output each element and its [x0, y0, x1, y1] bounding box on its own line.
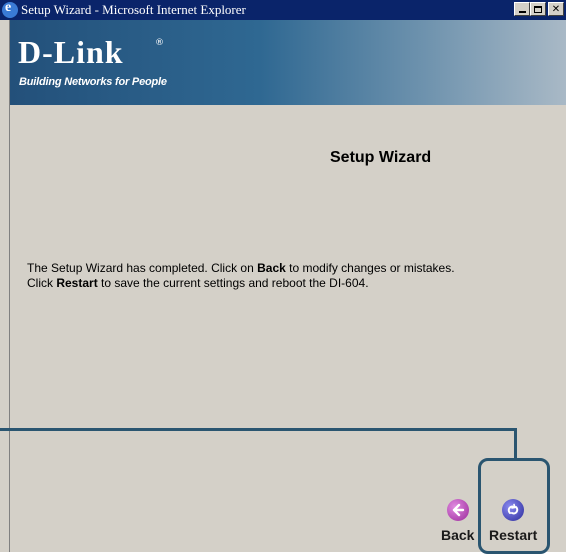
left-frame-border	[0, 20, 10, 552]
internet-explorer-icon	[2, 0, 18, 18]
maximize-button[interactable]	[530, 2, 546, 16]
restart-label: Restart	[489, 527, 538, 543]
window-controls: ✕	[514, 2, 564, 16]
browser-window: Setup Wizard - Microsoft Internet Explor…	[0, 0, 566, 554]
back-button[interactable]: Back	[441, 499, 474, 543]
callout-line-horizontal	[0, 428, 517, 431]
message-restart-keyword: Restart	[56, 276, 98, 290]
banner-tagline: Building Networks for People	[19, 76, 167, 88]
registered-mark: ®	[155, 38, 164, 48]
message-text: to modify changes or mistakes.	[285, 261, 455, 275]
dlink-banner: D-Link ® Building Networks for People	[10, 20, 566, 105]
page-title: Setup Wizard	[330, 149, 432, 166]
callout-line-vertical	[514, 428, 517, 461]
close-icon: ✕	[551, 3, 561, 15]
minimize-icon	[518, 11, 526, 13]
message-text: The Setup Wizard has completed. Click on	[27, 261, 258, 275]
completion-message: The Setup Wizard has completed. Click on…	[27, 261, 557, 291]
message-text: to save the current settings and reboot …	[97, 276, 369, 290]
restart-button[interactable]: Restart	[489, 499, 537, 543]
maximize-icon	[534, 5, 542, 13]
back-label: Back	[441, 527, 475, 543]
message-text: Click	[27, 276, 57, 290]
restart-icon	[502, 499, 525, 521]
window-title: Setup Wizard - Microsoft Internet Explor…	[21, 2, 246, 17]
back-arrow-icon	[446, 499, 469, 521]
dlink-logo: D-Link	[18, 34, 124, 70]
minimize-button[interactable]	[514, 2, 530, 16]
close-button[interactable]: ✕	[548, 2, 564, 16]
message-back-keyword: Back	[257, 261, 286, 275]
title-bar[interactable]: Setup Wizard - Microsoft Internet Explor…	[0, 0, 566, 20]
